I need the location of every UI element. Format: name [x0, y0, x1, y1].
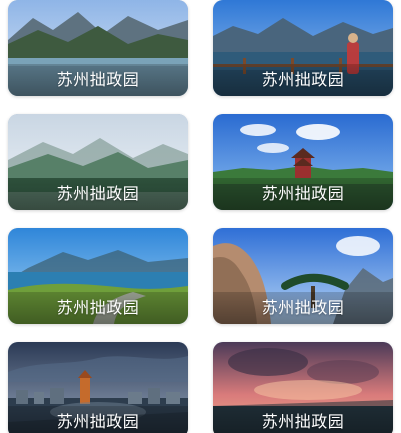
scenic-card[interactable]: 苏州拙政园	[8, 114, 188, 210]
card-title: 苏州拙政园	[8, 64, 188, 96]
card-title: 苏州拙政园	[8, 178, 188, 210]
scenic-card[interactable]: 苏州拙政园	[213, 0, 393, 96]
photo-grid: 苏州拙政园 苏州拙政园 苏州拙政园 苏州拙政园 苏州拙政园 苏州拙政园 苏州拙政…	[0, 0, 401, 433]
card-title: 苏州拙政园	[213, 406, 393, 433]
scenic-card[interactable]: 苏州拙政园	[8, 228, 188, 324]
card-title: 苏州拙政园	[213, 292, 393, 324]
card-title: 苏州拙政园	[8, 292, 188, 324]
card-title: 苏州拙政园	[8, 406, 188, 433]
card-title: 苏州拙政园	[213, 64, 393, 96]
scenic-card[interactable]: 苏州拙政园	[8, 0, 188, 96]
card-title: 苏州拙政园	[213, 178, 393, 210]
scenic-card[interactable]: 苏州拙政园	[213, 342, 393, 433]
scenic-card[interactable]: 苏州拙政园	[8, 342, 188, 433]
scenic-card[interactable]: 苏州拙政园	[213, 114, 393, 210]
scenic-card[interactable]: 苏州拙政园	[213, 228, 393, 324]
